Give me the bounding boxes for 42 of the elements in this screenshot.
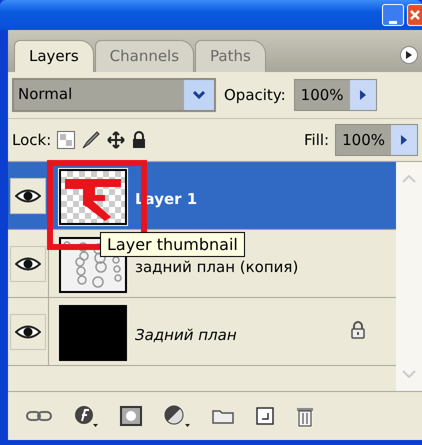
layer-thumbnail[interactable] [59, 169, 127, 225]
panel-menu-button[interactable] [400, 46, 418, 64]
close-button[interactable] [407, 4, 422, 26]
layer-thumbnail[interactable] [59, 305, 127, 361]
visibility-toggle[interactable] [10, 178, 46, 214]
tooltip: Layer thumbnail [100, 232, 245, 257]
move-icon[interactable] [107, 131, 126, 149]
layer-row[interactable]: Задний план [8, 298, 396, 366]
panel-tab[interactable]: Layers [14, 40, 94, 72]
eye-icon [15, 324, 41, 340]
layer-name: задний план (копия) [135, 256, 300, 276]
panel-tab[interactable]: Channels [94, 40, 194, 72]
lock-label: Lock: [12, 131, 52, 149]
play-icon [406, 51, 412, 59]
visibility-toggle[interactable] [10, 314, 46, 350]
eye-icon [15, 188, 41, 204]
opacity-label: Opacity: [224, 86, 286, 104]
blend-mode-dropdown[interactable]: Normal [12, 78, 216, 112]
adjustment-icon[interactable] [164, 404, 190, 428]
eye-icon [15, 256, 41, 272]
trash-icon[interactable] [296, 405, 314, 427]
minimize-icon [389, 21, 397, 25]
minimize-button[interactable] [382, 4, 404, 26]
effects-icon[interactable] [74, 404, 98, 428]
panel-tab[interactable]: Paths [195, 40, 266, 72]
brush-icon[interactable] [81, 130, 102, 150]
folder-icon[interactable] [212, 408, 234, 424]
arrow-right-icon [401, 135, 407, 145]
lock-icon[interactable] [131, 131, 148, 149]
fill-field[interactable]: 100% [335, 124, 418, 156]
chevron-down-icon [193, 91, 205, 99]
new-layer-icon[interactable] [256, 407, 274, 425]
checkerboard-icon[interactable] [57, 131, 76, 149]
opacity-field[interactable]: 100% [294, 79, 377, 111]
arrow-right-icon [360, 90, 366, 100]
lock-icon [350, 320, 366, 338]
link-icon[interactable] [26, 410, 52, 422]
close-icon [410, 10, 420, 20]
mask-icon[interactable] [120, 406, 142, 426]
visibility-toggle[interactable] [10, 246, 46, 282]
fill-label: Fill: [304, 131, 330, 149]
layer-name: Задний план [135, 324, 238, 344]
